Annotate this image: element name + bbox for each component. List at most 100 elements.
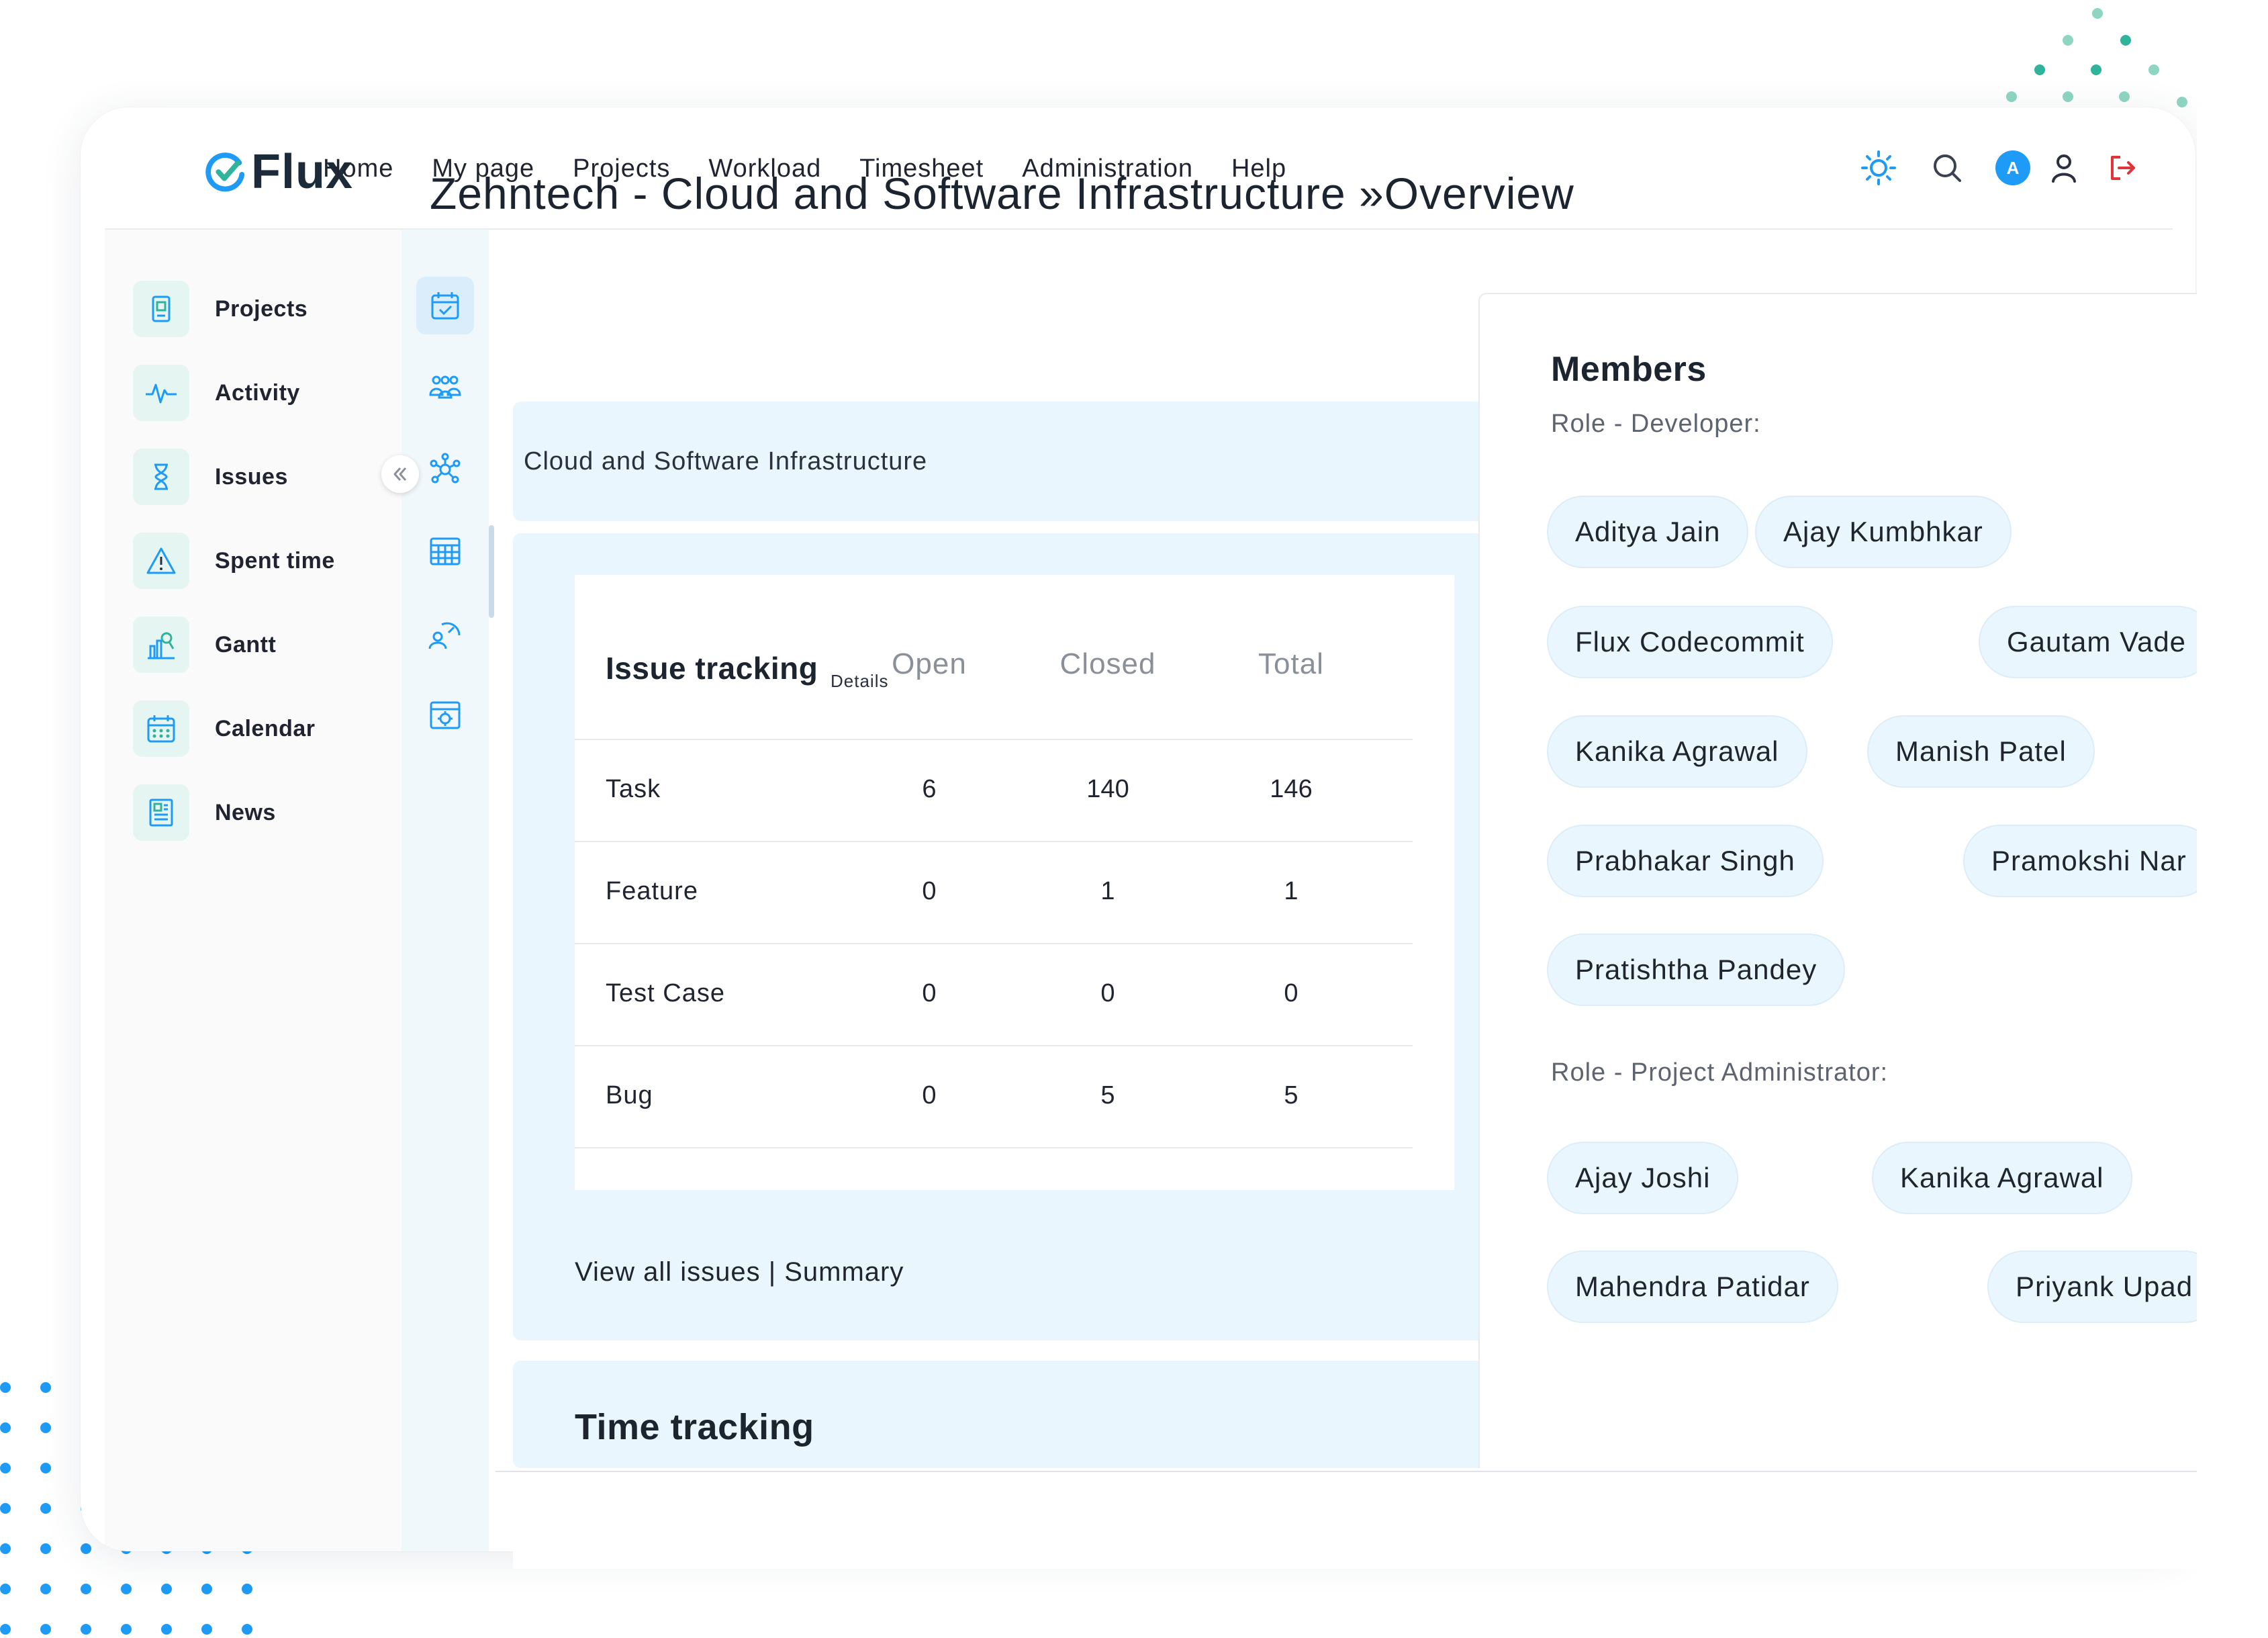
closed-count[interactable]: 140 [1034,775,1182,804]
decorative-dot [2091,64,2101,75]
sidebar-item-calendar[interactable]: Calendar [133,700,316,758]
total-count[interactable]: 0 [1217,979,1365,1008]
issue-links: View all issues | Summary [575,1257,904,1287]
total-count[interactable]: 146 [1217,775,1365,804]
link-separator: | [760,1257,785,1287]
member-chip[interactable]: Ajay Kumbhkar [1755,496,2012,568]
page-title: Zehntech - Cloud and Software Infrastruc… [430,169,1574,218]
decorative-dot [0,1503,11,1514]
total-count[interactable]: 5 [1217,1081,1365,1110]
decorative-dot [242,1584,252,1594]
table-row[interactable]: Feature 0 1 1 [575,842,1413,944]
sun-icon[interactable] [1857,146,1900,189]
settings-grid-icon[interactable] [416,686,474,744]
closed-count[interactable]: 1 [1034,877,1182,906]
summary-link[interactable]: Summary [784,1257,904,1287]
team-icon[interactable] [416,359,474,416]
decorative-dot [2092,8,2103,19]
logout-icon[interactable] [2100,146,2143,189]
dashboard-user-icon[interactable] [416,604,474,662]
member-chip[interactable]: Pratishtha Pandey [1547,934,1846,1006]
network-icon[interactable] [416,441,474,498]
decorative-dot [242,1624,252,1635]
decorative-dot [2063,91,2073,102]
role-label-developer: Role - Developer: [1551,410,1761,438]
decorative-dot [2120,35,2131,46]
sidebar-collapse-button[interactable] [381,455,419,493]
avatar[interactable]: A [1991,146,2034,189]
check-circle-logo-icon [205,152,245,192]
gantt-icon [133,617,189,673]
tracker-name[interactable]: Task [606,775,661,804]
decorative-dot [2006,91,2017,102]
table-icon[interactable] [416,522,474,580]
sidebar-item-activity[interactable]: Activity [133,364,300,422]
decorative-dot [40,1543,51,1554]
member-chip[interactable]: Manish Patel [1867,715,2095,788]
member-chip[interactable]: Aditya Jain [1547,496,1749,568]
decorative-dot [81,1584,91,1594]
table-row[interactable]: Bug 0 5 5 [575,1046,1413,1148]
rail-scrollbar[interactable] [489,525,494,618]
decorative-dot [40,1463,51,1473]
member-chip[interactable]: Gautam Vade [1979,606,2215,678]
decorative-dot [161,1624,172,1635]
member-chip[interactable]: Priyank Upad [1987,1250,2222,1323]
user-icon[interactable] [2042,146,2085,189]
sidebar-item-label: Calendar [215,715,316,741]
decorative-dot [0,1584,11,1594]
decorative-dot [0,1422,11,1433]
content-bottom-divider [495,1471,2197,1472]
sidebar-item-gantt[interactable]: Gantt [133,616,276,674]
open-count[interactable]: 0 [855,979,1003,1008]
members-title: Members [1551,350,1707,389]
decorative-dot [81,1624,91,1635]
decorative-dot [0,1543,11,1554]
tracker-name[interactable]: Test Case [606,979,725,1008]
decorative-dot [40,1422,51,1433]
open-count[interactable]: 6 [855,775,1003,804]
member-chip[interactable]: Mahendra Patidar [1547,1250,1838,1323]
open-count[interactable]: 0 [855,1081,1003,1110]
open-count[interactable]: 0 [855,877,1003,906]
member-chip[interactable]: Pramokshi Nar [1963,825,2215,897]
table-row[interactable]: Test Case 0 0 0 [575,944,1413,1046]
calendar-check-icon[interactable] [416,277,474,334]
member-chip[interactable]: Flux Codecommit [1547,606,1833,678]
sidebar-item-news[interactable]: News [133,784,276,841]
member-chip[interactable]: Ajay Joshi [1547,1142,1739,1214]
decorative-dot [40,1584,51,1594]
closed-count[interactable]: 0 [1034,979,1182,1008]
issue-table-header: Issue tracking Details Open Closed Total [575,575,1413,740]
decorative-dot [0,1624,11,1635]
decorative-dot [2148,64,2159,75]
view-all-issues-link[interactable]: View all issues [575,1257,761,1287]
decorative-dot [201,1624,212,1635]
decorative-dot [40,1382,51,1393]
tracker-name[interactable]: Feature [606,877,698,906]
table-row[interactable]: Task 6 140 146 [575,740,1413,842]
member-chip[interactable]: Kanika Agrawal [1547,715,1807,788]
search-icon[interactable] [1926,146,1969,189]
decorative-dot [2119,91,2130,102]
time-tracking-title: Time tracking [575,1407,814,1447]
total-count[interactable]: 1 [1217,877,1365,906]
decorative-dot [2034,64,2045,75]
nav-home[interactable]: Home [323,154,393,183]
sidebar-item-projects[interactable]: Projects [133,280,308,338]
member-chip[interactable]: Kanika Agrawal [1872,1142,2132,1214]
tracker-name[interactable]: Bug [606,1081,653,1110]
project-description: Cloud and Software Infrastructure [524,447,928,475]
sidebar-item-spent-time[interactable]: Spent time [133,532,335,590]
decorative-dot [81,1543,91,1554]
sidebar-item-label: Projects [215,295,308,322]
activity-icon [133,365,189,421]
issue-tracking-panel: Issue tracking Details Open Closed Total… [513,533,1516,1340]
member-chip[interactable]: Prabhakar Singh [1547,825,1824,897]
column-header-closed: Closed [1059,647,1156,680]
sidebar-item-issues[interactable]: Issues [133,448,288,506]
content-bottom-mask [513,1468,2197,1569]
decorative-dot [201,1584,212,1594]
closed-count[interactable]: 5 [1034,1081,1182,1110]
column-header-open: Open [892,647,967,680]
